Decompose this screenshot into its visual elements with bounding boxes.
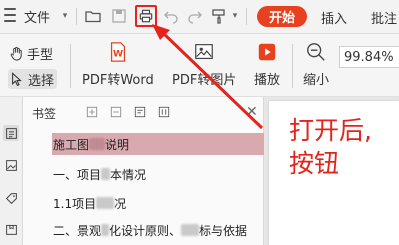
pdf-to-image-label: PDF转图片 <box>172 73 237 88</box>
menu-icon[interactable] <box>3 8 17 22</box>
toolbar-divider <box>76 8 77 25</box>
bookmark-item[interactable]: 1.1项目 况 <box>53 192 126 214</box>
toolbar-divider <box>246 8 247 25</box>
pdf-to-word-icon: W <box>106 40 130 64</box>
thumbnail-icon[interactable] <box>3 157 19 173</box>
zoom-out-button[interactable]: 缩小 <box>303 40 329 88</box>
pdf-to-word-label: PDF转Word <box>82 73 154 88</box>
tag-icon[interactable] <box>3 190 19 206</box>
bookmark-panel: 书签 ✕ 施工图 说明 一、项目 本情况 1.1项目 况 二、景观 化设计原则、… <box>23 97 286 245</box>
hand-tool-button[interactable]: 手型 <box>8 43 53 63</box>
format-brush-icon[interactable] <box>210 7 228 25</box>
left-sidebar-rail <box>0 97 23 245</box>
annotation-line-1: 打开后, <box>289 116 372 145</box>
annotation-line-2: 按钮 <box>289 149 340 178</box>
undo-icon[interactable] <box>162 7 180 25</box>
add-bookmark-icon[interactable] <box>85 105 99 119</box>
ribbon: 手型 选择 W PDF转Word PDF转图片 播放 缩小 99.84% <box>0 34 399 97</box>
play-button[interactable]: 播放 <box>254 40 280 88</box>
select-tool-button[interactable]: 选择 <box>8 69 58 89</box>
zoom-level-input[interactable]: 99.84% <box>339 46 399 68</box>
hand-icon <box>8 45 24 61</box>
tab-start[interactable]: 开始 <box>257 6 307 27</box>
collapse-bookmark-icon[interactable] <box>157 105 171 119</box>
save-icon[interactable] <box>110 7 128 25</box>
close-icon[interactable]: ✕ <box>246 104 258 120</box>
hand-tool-label: 手型 <box>27 47 54 63</box>
panel-title: 书签 <box>32 107 57 121</box>
redo-icon[interactable] <box>186 7 204 25</box>
open-folder-icon[interactable] <box>84 7 102 25</box>
tab-insert[interactable]: 插入 <box>321 7 347 27</box>
print-icon <box>139 9 153 23</box>
bookmark-item[interactable]: 二、景观 化设计原则、 标与依据 <box>53 219 247 241</box>
zoom-out-icon <box>304 40 328 64</box>
chevron-down-icon[interactable]: ▾ <box>60 9 70 23</box>
top-toolbar: 文件 ▾ ▾ 开始 插入 批注 <box>0 0 399 34</box>
pdf-to-word-button[interactable]: W PDF转Word <box>82 40 154 88</box>
bookmark-item[interactable]: 一、项目 本情况 <box>53 163 146 185</box>
annotation-text: 打开后, 按钮 <box>289 114 399 180</box>
remove-bookmark-icon[interactable] <box>109 105 123 119</box>
print-button[interactable] <box>135 5 157 27</box>
select-tool-label: 选择 <box>28 73 55 89</box>
cursor-icon <box>9 71 25 87</box>
ribbon-divider <box>70 44 71 88</box>
tab-comment[interactable]: 批注 <box>371 7 397 27</box>
svg-text:W: W <box>113 49 123 60</box>
pdf-to-image-button[interactable]: PDF转图片 <box>172 40 236 88</box>
play-icon <box>255 40 279 64</box>
attachment-icon[interactable] <box>3 221 19 237</box>
play-label: 播放 <box>254 73 281 88</box>
bookmark-item[interactable]: 施工图 说明 <box>52 133 286 155</box>
bookmark-panel-icon[interactable] <box>3 125 19 141</box>
chevron-down-icon[interactable]: ▾ <box>230 9 240 23</box>
zoom-out-label: 缩小 <box>303 73 330 88</box>
ribbon-divider <box>292 44 293 88</box>
expand-bookmark-icon[interactable] <box>133 105 147 119</box>
file-menu[interactable]: 文件 <box>24 7 50 26</box>
pdf-to-image-icon <box>192 40 216 64</box>
